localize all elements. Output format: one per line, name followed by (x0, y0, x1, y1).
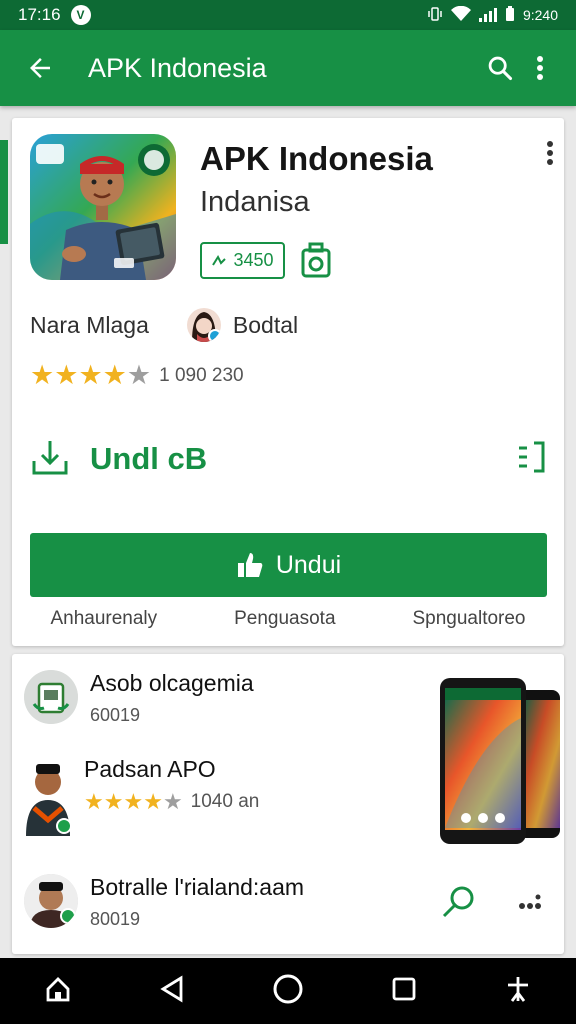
app-subtitle: Indanisa (200, 186, 310, 218)
list-item[interactable]: Botralle l'rialand:aam 80019 (24, 874, 304, 930)
rating-count: 1 090 230 (159, 364, 244, 386)
download-button[interactable]: Undui (30, 533, 547, 597)
accessibility-icon[interactable] (504, 975, 532, 1008)
list-item-rating: ★ ★ ★ ★ ★ 1040 an (84, 791, 259, 813)
avatar[interactable] (186, 308, 221, 342)
list-item-subtitle: 80019 (90, 909, 141, 929)
app-detail-card: APK Indonesia Indanisa 3450 Nara Mlaga B… (12, 118, 564, 646)
more-horizontal-icon[interactable] (518, 892, 542, 917)
battery-icon (505, 5, 515, 25)
vibrate-icon (427, 6, 443, 25)
download-button-label: Undui (275, 550, 342, 579)
list-bracket-icon[interactable] (516, 440, 546, 479)
rating-stars: ★ ★ ★ ★ ★ (84, 791, 183, 813)
star-icon: ★ (126, 360, 152, 390)
tab-related[interactable]: Spngualtoreo (404, 604, 533, 634)
developer-label: Nara Mlaga (30, 311, 149, 338)
circle-home-icon[interactable] (272, 973, 304, 1010)
app-screenshot-preview[interactable] (440, 678, 560, 848)
star-icon: ★ (54, 360, 79, 390)
developer-name[interactable]: Bodtal (233, 312, 298, 339)
list-item-title: Asob olcagemia (90, 670, 254, 696)
trend-icon (212, 254, 227, 266)
rating-row: ★ ★ ★ ★ ★ 1 090 230 (30, 362, 244, 389)
star-icon: ★ (84, 789, 104, 814)
verified-badge-icon (207, 329, 221, 342)
star-icon: ★ (78, 360, 103, 390)
rating-stars: ★ ★ ★ ★ ★ (30, 362, 151, 389)
back-triangle-icon[interactable] (159, 975, 185, 1008)
list-item-subtitle: 60019 (90, 705, 141, 725)
info-chip[interactable]: 3450 (200, 242, 285, 279)
avatar (24, 670, 78, 724)
card-more-icon[interactable] (546, 140, 554, 171)
home-icon[interactable] (44, 975, 72, 1008)
tab-overview[interactable]: Anhaurenaly (42, 604, 165, 634)
wifi-icon (450, 5, 471, 25)
rating-count: 1040 an (190, 791, 260, 812)
app-notification-icon: V (70, 5, 91, 25)
chip-text: 3450 (233, 250, 274, 270)
list-item[interactable]: Asob olcagemia 60019 (24, 670, 254, 726)
star-icon: ★ (162, 789, 183, 814)
search-icon[interactable] (480, 48, 520, 88)
download-icon[interactable] (30, 437, 70, 482)
more-vertical-icon[interactable] (520, 48, 560, 88)
camera-icon[interactable] (300, 242, 332, 283)
tab-reviews[interactable]: Penguasota (226, 604, 343, 634)
back-arrow-icon[interactable] (20, 48, 60, 88)
star-icon: ★ (30, 360, 55, 390)
list-item-title: Botralle l'rialand:aam (90, 874, 305, 900)
share-icon[interactable] (440, 884, 476, 925)
star-icon: ★ (143, 789, 163, 814)
recents-square-icon[interactable] (391, 976, 417, 1007)
related-list-card: Asob olcagemia 60019 Padsan APO ★ ★ ★ ★ ★ 10… (12, 654, 564, 954)
status-time: 17:16 (18, 5, 61, 24)
avatar (24, 756, 72, 836)
battery-text: 9:240 (522, 7, 558, 23)
developer-row: Nara Mlaga Bodtal (30, 304, 546, 346)
download-section: Undl cB (30, 436, 546, 482)
app-icon[interactable] (30, 134, 176, 280)
star-icon: ★ (103, 789, 124, 814)
tabs-row: Anhaurenaly Penguasota Spngualtoreo (12, 604, 564, 634)
star-icon: ★ (123, 789, 144, 814)
star-icon: ★ (102, 360, 127, 390)
status-bar: 17:16 V 9:240 (0, 0, 576, 30)
side-accent (0, 140, 8, 244)
system-nav-bar (0, 958, 576, 1024)
download-section-label: Undl cB (90, 441, 208, 476)
avatar (24, 874, 78, 928)
list-item[interactable]: Padsan APO ★ ★ ★ ★ ★ 1040 an (24, 756, 259, 836)
list-item-title: Padsan APO (84, 756, 216, 782)
app-bar: APK Indonesia (0, 30, 576, 106)
app-name: APK Indonesia (200, 140, 433, 177)
signal-icon (478, 8, 497, 22)
thumbs-up-icon (237, 553, 263, 577)
page-title: APK Indonesia (88, 52, 267, 83)
